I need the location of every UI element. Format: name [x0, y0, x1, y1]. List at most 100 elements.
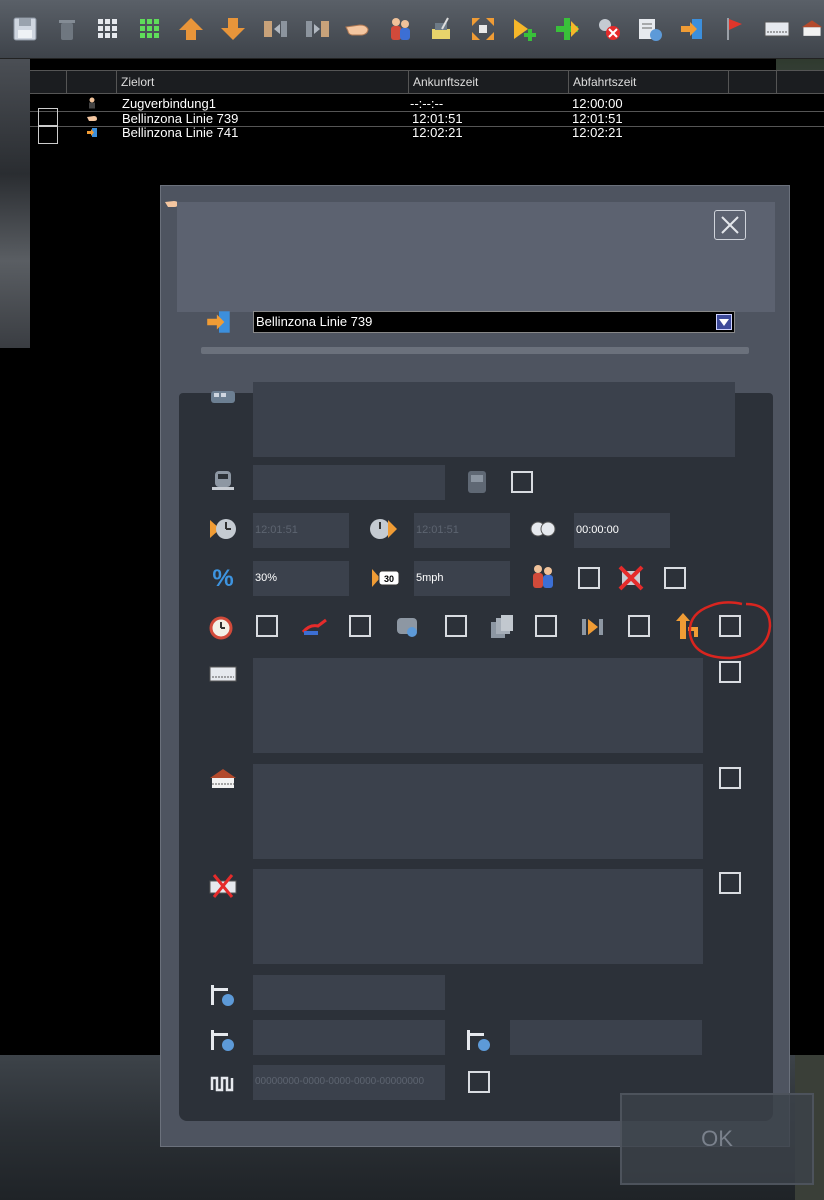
- column-header-arrival[interactable]: Ankunftszeit: [408, 71, 568, 93]
- track-settings-field-2[interactable]: [253, 1020, 445, 1055]
- ok-button[interactable]: OK: [620, 1093, 814, 1185]
- row-destination: Zugverbindung1: [122, 96, 216, 111]
- list-item[interactable]: Bellinzona Linie 741 12:02:21 12:02:21: [30, 126, 824, 140]
- exit-icon: [203, 306, 235, 338]
- track-settings-field[interactable]: [253, 975, 445, 1010]
- scenery-left: [0, 58, 30, 348]
- expand-icon[interactable]: [468, 14, 498, 44]
- reverse-checkbox[interactable]: [719, 615, 741, 637]
- wait-time-field[interactable]: 00:00:00: [574, 513, 670, 548]
- divider: [201, 347, 749, 354]
- exit-icon: [87, 128, 97, 137]
- alarm-checkbox[interactable]: [256, 615, 278, 637]
- list-item[interactable]: Zugverbindung1 --:--:-- 12:00:00: [30, 97, 824, 111]
- row-departure: 12:01:51: [572, 111, 623, 126]
- skip-checkbox[interactable]: [628, 615, 650, 637]
- signal-wave-icon: [207, 1067, 239, 1099]
- signal-checkbox[interactable]: [349, 615, 371, 637]
- timetable-entry-dialog: Bellinzona Linie 739 12:01:51 12:01:51 0…: [160, 185, 790, 1147]
- arrow-up-icon[interactable]: [176, 14, 206, 44]
- locomotive-icon: [207, 464, 239, 496]
- edit-station-icon[interactable]: [427, 14, 457, 44]
- platform-icon[interactable]: [762, 14, 792, 44]
- row-departure: 12:02:21: [572, 125, 623, 140]
- row-destination: Bellinzona Linie 741: [122, 125, 239, 140]
- wagon-icon: [461, 466, 493, 498]
- column-header-icon[interactable]: [66, 71, 116, 93]
- row-departure: 12:00:00: [572, 96, 623, 111]
- flag-icon[interactable]: [719, 14, 749, 44]
- arrival-time-field[interactable]: 12:01:51: [253, 513, 349, 548]
- arrival-clock-icon: [207, 513, 239, 545]
- remove-icon[interactable]: [594, 14, 624, 44]
- speed-field[interactable]: 5mph: [414, 561, 510, 596]
- track-settings-field-3[interactable]: [510, 1020, 702, 1055]
- alarm-clock-icon: [205, 611, 237, 643]
- loco-gear-checkbox[interactable]: [445, 615, 467, 637]
- toolbar: [0, 0, 824, 59]
- row-toggle-box[interactable]: [38, 108, 58, 126]
- wagon-checkbox[interactable]: [511, 471, 533, 493]
- dropdown-arrow-icon[interactable]: [716, 314, 732, 330]
- row-arrival: 12:02:21: [412, 125, 463, 140]
- train-field[interactable]: [253, 382, 735, 457]
- track-settings-icon: [207, 979, 239, 1011]
- signal-icon: [299, 611, 331, 643]
- grid-green-icon[interactable]: [135, 14, 165, 44]
- column-header-departure[interactable]: Abfahrtszeit: [568, 71, 728, 93]
- train-icon: [207, 381, 239, 413]
- add-icon[interactable]: [552, 14, 582, 44]
- reverse-icon: [671, 610, 703, 642]
- row-destination: Bellinzona Linie 739: [122, 111, 239, 126]
- departure-time-field[interactable]: 12:01:51: [414, 513, 510, 548]
- svg-text:30: 30: [384, 574, 394, 584]
- excluded-platform-icon: [207, 870, 239, 902]
- platform-list[interactable]: [253, 658, 703, 753]
- pages-icon: [486, 611, 518, 643]
- exit-icon[interactable]: [677, 14, 707, 44]
- no-passengers-icon: [615, 562, 647, 594]
- no-passengers-checkbox[interactable]: [664, 567, 686, 589]
- grid-small-icon[interactable]: [93, 14, 123, 44]
- settings-list-icon[interactable]: [635, 14, 665, 44]
- row-arrival: --:--:--: [410, 96, 444, 111]
- locomotive-field[interactable]: [253, 465, 445, 500]
- add-waypoint-icon[interactable]: [510, 14, 540, 44]
- column-header-destination[interactable]: Zielort: [116, 71, 408, 93]
- svg-text:%: %: [212, 565, 233, 592]
- platform-checkbox[interactable]: [719, 661, 741, 683]
- trash-icon[interactable]: [52, 14, 82, 44]
- passengers-checkbox[interactable]: [578, 567, 600, 589]
- column-header-extra2[interactable]: [776, 71, 824, 93]
- uuid-field[interactable]: 00000000-0000-0000-0000-00000000: [253, 1065, 445, 1100]
- excluded-platform-checkbox[interactable]: [719, 872, 741, 894]
- entry-select[interactable]: Bellinzona Linie 739: [253, 311, 735, 333]
- pages-checkbox[interactable]: [535, 615, 557, 637]
- platform-icon: [207, 658, 239, 690]
- list-item[interactable]: Bellinzona Linie 739 12:01:51 12:01:51: [30, 112, 824, 126]
- track-settings-icon: [463, 1024, 495, 1056]
- station-icon: [207, 764, 239, 796]
- uuid-checkbox[interactable]: [468, 1071, 490, 1093]
- excluded-platform-list[interactable]: [253, 869, 703, 964]
- merge-icon[interactable]: [302, 14, 332, 44]
- station-list[interactable]: [253, 764, 703, 859]
- station-icon[interactable]: [800, 14, 824, 44]
- station-checkbox[interactable]: [719, 767, 741, 789]
- load-field[interactable]: 30%: [253, 561, 349, 596]
- skip-icon: [577, 611, 609, 643]
- dialog-body: [179, 393, 773, 1121]
- split-icon[interactable]: [260, 14, 290, 44]
- wait-time-icon: [527, 513, 559, 545]
- pointing-hand-icon[interactable]: [343, 14, 373, 44]
- close-button[interactable]: [714, 210, 746, 240]
- close-icon: [721, 216, 739, 234]
- arrow-down-icon[interactable]: [218, 14, 248, 44]
- save-icon[interactable]: [10, 14, 40, 44]
- track-settings-icon: [207, 1024, 239, 1056]
- passengers-icon[interactable]: [385, 14, 415, 44]
- loco-gear-icon: [391, 611, 423, 643]
- row-toggle-box[interactable]: [38, 126, 58, 144]
- pointing-hand-icon: [87, 116, 97, 121]
- column-header-extra[interactable]: [728, 71, 776, 93]
